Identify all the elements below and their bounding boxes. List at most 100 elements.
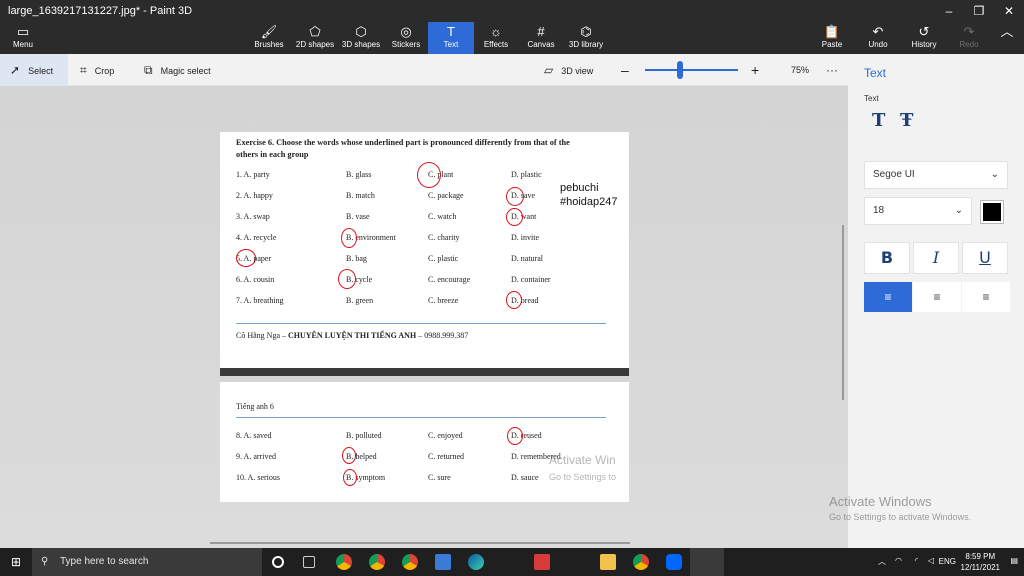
ribbon: ▭ Menu 🖌 Brushes ⬠ 2D shapes ⬡ 3D shapes… — [0, 22, 1024, 54]
maximize-button[interactable]: ❐ — [964, 0, 994, 22]
history-icon: ↺ — [918, 24, 930, 39]
taskbar-search[interactable]: ⚲ Type here to search — [32, 548, 262, 576]
sticker-icon: ◎ — [400, 24, 412, 39]
answer-circle — [236, 249, 256, 267]
answer-circle — [417, 162, 441, 188]
cortana-icon[interactable] — [272, 556, 284, 568]
chevron-down-icon: ⌄ — [954, 205, 963, 216]
clock[interactable]: 8:59 PM 12/11/2021 — [961, 551, 1000, 573]
magic-select-tool[interactable]: ⧉ Magic select — [144, 54, 211, 86]
cursor-icon: ➚ — [10, 63, 21, 77]
align-right-button[interactable]: ≡ — [962, 282, 1010, 312]
edge-icon[interactable] — [468, 554, 484, 570]
menu-button[interactable]: ▭ Menu — [6, 22, 40, 54]
chrome-profile-icon[interactable] — [369, 554, 385, 570]
divider — [236, 417, 606, 418]
font-family-select[interactable]: Segoe UI ⌄ — [864, 161, 1008, 189]
zalo-icon[interactable] — [666, 554, 682, 570]
paint3d-taskbar-button[interactable] — [690, 548, 724, 576]
font-size-select[interactable]: 18 ⌄ — [864, 197, 972, 225]
menu-icon: ▭ — [16, 24, 30, 39]
bold-button[interactable]: B — [864, 242, 910, 274]
zoom-slider-track[interactable] — [645, 69, 738, 71]
exercise-heading: Exercise 6. Choose the words whose under… — [236, 138, 570, 159]
panel-section-label: Text — [864, 94, 879, 103]
undo-button[interactable]: ↶ Undo — [864, 22, 892, 54]
store-icon[interactable] — [435, 554, 451, 570]
underline-button[interactable]: U — [962, 242, 1008, 274]
chrome-window-icon[interactable] — [633, 554, 649, 570]
zoom-slider-thumb[interactable] — [677, 61, 683, 79]
crop-tool[interactable]: ⌗ Crop — [80, 54, 114, 86]
zoom-level: 75% — [791, 65, 810, 75]
task-view-icon[interactable] — [303, 556, 315, 568]
minimize-button[interactable]: – — [934, 0, 964, 22]
text-3d-icon[interactable]: Ŧ — [900, 110, 913, 131]
shapes-3d-icon: ⬡ — [355, 24, 367, 39]
library-3d-button[interactable]: ⌬ 3D library — [566, 22, 606, 54]
redo-button[interactable]: ↷ Redo — [956, 22, 982, 54]
text-panel: Text Text T Ŧ Segoe UI ⌄ 18 ⌄ B I U ≡ ≡ … — [848, 54, 1024, 548]
notifications-icon[interactable]: ▤ — [1010, 556, 1018, 565]
brushes-button[interactable]: 🖌 Brushes — [252, 22, 286, 54]
text-color-swatch[interactable] — [980, 200, 1004, 224]
answer-circle — [506, 208, 523, 226]
text-annotation[interactable]: pebuchi #hoidap247 — [560, 181, 618, 209]
shapes-2d-button[interactable]: ⬠ 2D shapes — [293, 22, 337, 54]
vertical-scrollbar[interactable] — [842, 225, 844, 400]
text-tool-button[interactable]: T Text — [428, 22, 474, 54]
divider — [236, 323, 606, 324]
effects-button[interactable]: ☼ Effects — [480, 22, 512, 54]
select-tool[interactable]: ➚ Select — [0, 54, 68, 86]
brush-icon: 🖌 — [260, 24, 278, 39]
close-button[interactable]: ✕ — [994, 0, 1024, 22]
question-row: 4. A. recycle B. environment C. charity … — [236, 233, 539, 242]
horizontal-scrollbar[interactable] — [210, 542, 630, 544]
crop-icon: ⌗ — [80, 63, 87, 77]
snip-icon[interactable] — [534, 554, 550, 570]
network-icon[interactable]: ◠ — [895, 556, 902, 565]
answer-circle — [506, 291, 522, 309]
activation-watermark-sub: Go to Settings to activate Windows. — [829, 512, 972, 522]
chrome-icon[interactable] — [336, 554, 352, 570]
canvas-button[interactable]: # Canvas — [524, 22, 558, 54]
chevron-up-icon[interactable]: ︿ — [878, 556, 886, 567]
chevron-down-icon: ⌄ — [990, 169, 999, 180]
magic-select-icon: ⧉ — [144, 63, 153, 77]
question-row: 3. A. swap B. vase C. watch D. want — [236, 212, 537, 221]
library-icon: ⌬ — [580, 24, 592, 39]
zoom-in-button[interactable]: + — [751, 54, 759, 86]
view-3d-toggle[interactable]: ▱ 3D view — [544, 54, 593, 86]
italic-button[interactable]: I — [913, 242, 959, 274]
shapes-3d-button[interactable]: ⬡ 3D shapes — [340, 22, 382, 54]
windows-start-button[interactable]: ⊞ — [0, 548, 32, 576]
chrome-app-icon[interactable] — [402, 554, 418, 570]
align-center-button[interactable]: ≡ — [913, 282, 961, 312]
more-options-button[interactable]: ··· — [826, 54, 838, 86]
answer-circle — [342, 447, 356, 464]
stickers-button[interactable]: ◎ Stickers — [388, 22, 424, 54]
undo-icon: ↶ — [872, 24, 884, 39]
text-icon: T — [447, 24, 455, 39]
answer-circle — [506, 187, 524, 206]
collapse-ribbon-button[interactable]: ︿ — [996, 22, 1018, 54]
effects-icon: ☼ — [490, 24, 502, 39]
subheading: Tiếng anh 6 — [236, 402, 274, 411]
history-button[interactable]: ↺ History — [908, 22, 940, 54]
view-3d-icon: ▱ — [544, 63, 554, 77]
zoom-out-button[interactable]: – — [621, 54, 629, 86]
window-title: large_1639217131227.jpg* - Paint 3D — [8, 5, 193, 17]
text-2d-icon[interactable]: T — [872, 110, 885, 131]
canvas-icon: # — [537, 24, 545, 39]
volume-icon[interactable]: ◁ — [928, 556, 934, 565]
redo-icon: ↷ — [963, 24, 975, 39]
wifi-icon[interactable]: ◜ — [915, 556, 918, 565]
activation-watermark-inner-sub: Go to Settings to — [549, 472, 617, 482]
question-row: 7. A. breathing B. green C. breeze D. br… — [236, 296, 539, 305]
paste-button[interactable]: 📋 Paste — [818, 22, 846, 54]
toolbar: ➚ Select ⌗ Crop ⧉ Magic select ▱ 3D view – +… — [0, 54, 848, 86]
align-left-button[interactable]: ≡ — [864, 282, 912, 312]
language-indicator[interactable]: ENG — [939, 557, 956, 566]
file-explorer-icon[interactable] — [600, 554, 616, 570]
chevron-up-icon: ︿ — [1000, 24, 1014, 39]
